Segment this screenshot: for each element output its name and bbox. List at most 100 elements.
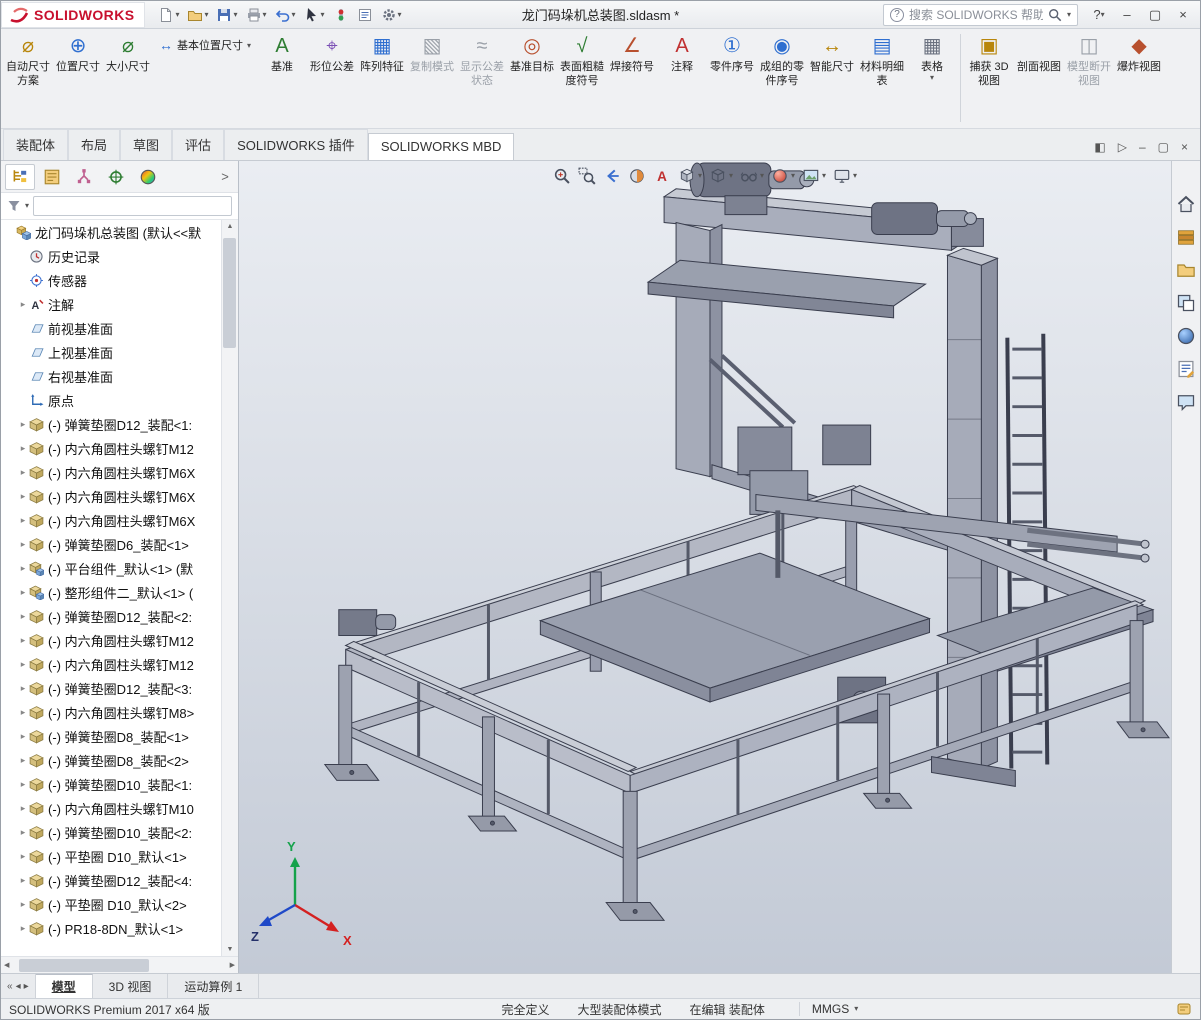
datum-target-button[interactable]: ◎ 基准目标 — [507, 31, 557, 121]
zoom-fit-button[interactable] — [553, 167, 571, 185]
dropdown-caret-icon[interactable]: ▾ — [204, 10, 208, 19]
pattern-feature-button[interactable]: ▦ 阵列特征 — [357, 31, 407, 121]
previous-tab-icon[interactable]: ◂ — [16, 981, 21, 992]
tree-item[interactable]: ▸ (-) 内六角圆柱头螺钉M6X — [1, 484, 221, 508]
annotation-visibility-button[interactable]: A — [653, 167, 671, 185]
status-corner-icon[interactable] — [1176, 1001, 1192, 1017]
scroll-right-icon[interactable]: ▶ — [230, 961, 235, 969]
appearances-button[interactable] — [1175, 325, 1197, 347]
maximize-button[interactable]: ▢ — [1142, 4, 1168, 26]
tree-item[interactable]: ▸ (-) 平台组件_默认<1> (默 — [1, 556, 221, 580]
tree-item[interactable]: ▸ (-) 弹簧垫圈D8_装配<2> — [1, 748, 221, 772]
custom-properties-button[interactable] — [1175, 358, 1197, 380]
dropdown-caret-icon[interactable]: ▾ — [292, 10, 296, 19]
print-button[interactable]: ▾ — [243, 5, 270, 25]
tree-item[interactable]: ▸ A 注解 — [1, 292, 221, 316]
save-button[interactable]: ▾ — [213, 5, 240, 25]
expand-icon[interactable]: ▸ — [17, 299, 29, 310]
surface-finish-button[interactable]: √ 表面粗糙度符号 — [557, 31, 607, 121]
expand-icon[interactable]: ▸ — [17, 419, 29, 430]
tree-item[interactable]: 原点 — [1, 388, 221, 412]
tree-item[interactable]: ▸ (-) 内六角圆柱头螺钉M6X — [1, 508, 221, 532]
command-tab[interactable]: 评估 — [172, 129, 225, 160]
undo-button[interactable]: ▾ — [272, 5, 299, 25]
doc-minimize-icon[interactable]: – — [1139, 140, 1146, 154]
solidworks-forum-button[interactable] — [1175, 391, 1197, 413]
expand-icon[interactable]: ▸ — [17, 827, 29, 838]
view-settings-button[interactable]: ▾ — [833, 167, 857, 185]
command-tab[interactable]: 装配体 — [3, 129, 69, 160]
tree-item[interactable]: 历史记录 — [1, 244, 221, 268]
expand-icon[interactable]: ▸ — [17, 851, 29, 862]
rebuild-button[interactable] — [330, 5, 352, 25]
units-caret[interactable]: ▾ — [854, 1005, 858, 1013]
options-button[interactable]: ▾ — [378, 5, 405, 25]
expand-icon[interactable]: ▸ — [17, 731, 29, 742]
tree-item[interactable]: ▸ (-) 内六角圆柱头螺钉M12 — [1, 628, 221, 652]
tree-item[interactable]: ▸ (-) 弹簧垫圈D10_装配<2: — [1, 820, 221, 844]
search-input[interactable]: 搜索 SOLIDWORKS 帮助 — [909, 6, 1043, 23]
expand-icon[interactable]: ▸ — [17, 515, 29, 526]
tree-item[interactable]: ▸ (-) 弹簧垫圈D8_装配<1> — [1, 724, 221, 748]
previous-view-button[interactable] — [603, 167, 621, 185]
filter-funnel-icon[interactable] — [7, 199, 21, 213]
smart-dimension-button[interactable]: ↔ 智能尺寸 — [807, 31, 857, 121]
search-dropdown-caret[interactable]: ▾ — [1067, 10, 1071, 19]
scroll-left-icon[interactable]: ◀ — [4, 961, 9, 969]
capture-3d-view-button[interactable]: ▣ 捕获 3D 视图 — [964, 31, 1014, 121]
tree-item[interactable]: ▸ (-) 内六角圆柱头螺钉M8> — [1, 700, 221, 724]
expand-icon[interactable]: ▸ — [17, 587, 29, 598]
tree-item[interactable]: ▸ (-) 平垫圈 D10_默认<1> — [1, 844, 221, 868]
dropdown-caret-icon[interactable]: ▾ — [175, 10, 179, 19]
note-button[interactable]: A 注释 — [657, 31, 707, 121]
command-tab[interactable]: 草图 — [120, 129, 173, 160]
tree-item[interactable]: ▸ (-) 整形组件二_默认<1> ( — [1, 580, 221, 604]
propertymanager-tab[interactable] — [37, 164, 67, 190]
solidworks-logo[interactable]: SOLIDWORKS — [1, 1, 146, 28]
tables-button[interactable]: ▦ 表格 ▾ — [907, 31, 957, 121]
dropdown-caret-icon[interactable]: ▾ — [398, 10, 402, 19]
help-button[interactable]: ? ▾ — [1086, 4, 1112, 26]
dimxpertmanager-tab[interactable] — [101, 164, 131, 190]
dropdown-caret-icon[interactable]: ▾ — [263, 10, 267, 19]
basic-location-dimension-button[interactable]: ↔ 基本位置尺寸 ▾ — [153, 34, 257, 57]
open-button[interactable]: ▾ — [184, 5, 211, 25]
tree-item[interactable]: ▸ (-) 内六角圆柱头螺钉M6X — [1, 460, 221, 484]
auto-balloon-button[interactable]: ◉ 成组的零件序号 — [757, 31, 807, 121]
displaymanager-tab[interactable] — [133, 164, 163, 190]
dropdown-caret-icon[interactable]: ▾ — [233, 10, 237, 19]
units-selector[interactable]: MMGS ▾ — [798, 1002, 884, 1016]
edit-appearance-button[interactable]: ▾ — [771, 167, 795, 185]
command-tab[interactable]: SOLIDWORKS MBD — [367, 133, 515, 160]
panel-flyout-chevron[interactable]: > — [216, 169, 234, 184]
expand-icon[interactable]: ▸ — [17, 659, 29, 670]
section-view-button[interactable] — [628, 167, 646, 185]
tree-vertical-scrollbar[interactable]: ▲ ▼ — [221, 220, 238, 956]
select-button[interactable]: ▾ — [301, 5, 328, 25]
model-tab[interactable]: 运动算例 1 — [168, 974, 260, 998]
file-properties-button[interactable] — [354, 5, 376, 25]
expand-icon[interactable]: ▸ — [17, 923, 29, 934]
tree-item[interactable]: ▸ (-) 内六角圆柱头螺钉M12 — [1, 652, 221, 676]
display-style-button[interactable]: ▾ — [709, 167, 733, 185]
tree-item[interactable]: ▸ (-) 弹簧垫圈D6_装配<1> — [1, 532, 221, 556]
balloon-button[interactable]: ① 零件序号 — [707, 31, 757, 121]
search-icon[interactable] — [1048, 8, 1062, 22]
doc-restore-icon[interactable]: ▢ — [1158, 140, 1169, 154]
tree-item[interactable]: 右视基准面 — [1, 364, 221, 388]
design-library-button[interactable] — [1175, 226, 1197, 248]
tree-item[interactable]: 传感器 — [1, 268, 221, 292]
command-tab[interactable]: SOLIDWORKS 插件 — [224, 129, 368, 160]
dropdown-caret-icon[interactable]: ▾ — [930, 74, 934, 82]
datum-button[interactable]: A 基准 — [257, 31, 307, 121]
expand-icon[interactable]: ▸ — [17, 467, 29, 478]
help-search[interactable]: ? 搜索 SOLIDWORKS 帮助 ▾ — [883, 3, 1078, 26]
home-button[interactable] — [1175, 193, 1197, 215]
tree-item[interactable]: 上视基准面 — [1, 340, 221, 364]
scroll-thumb[interactable] — [223, 238, 236, 348]
pane-next-icon[interactable]: ▷ — [1118, 140, 1127, 154]
exploded-view-button[interactable]: ◆ 爆炸视图 — [1114, 31, 1164, 121]
graphics-viewport[interactable]: A ▾ ▾ ▾ ▾ ▾ ▾ Y X Z — [239, 161, 1171, 973]
dropdown-caret-icon[interactable]: ▾ — [247, 41, 251, 50]
expand-icon[interactable]: ▸ — [17, 707, 29, 718]
